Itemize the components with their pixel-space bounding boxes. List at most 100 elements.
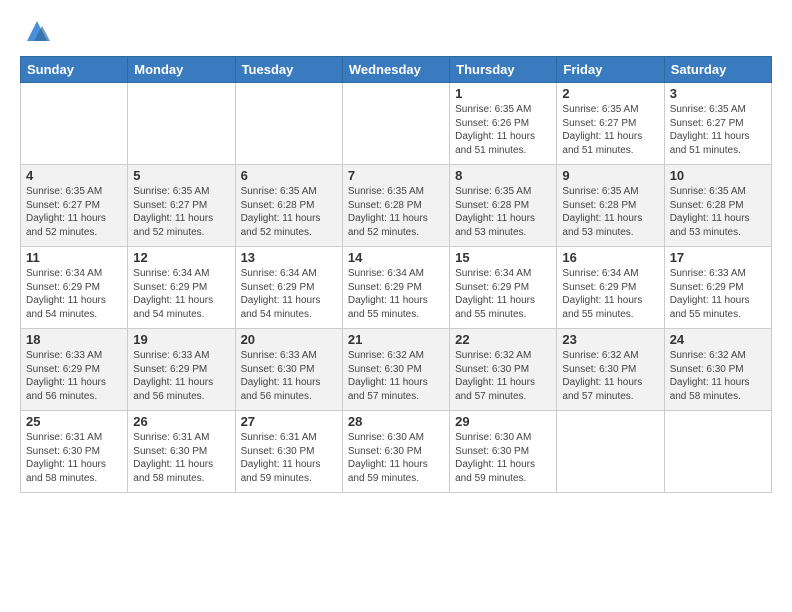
day-info: Sunrise: 6:31 AM Sunset: 6:30 PM Dayligh…	[26, 431, 122, 485]
calendar-cell: 27 Sunrise: 6:31 AM Sunset: 6:30 PM Dayli…	[235, 411, 342, 493]
day-of-week-header: Saturday	[664, 57, 771, 83]
day-info: Sunrise: 6:30 AM Sunset: 6:30 PM Dayligh…	[348, 431, 444, 485]
day-info: Sunrise: 6:35 AM Sunset: 6:27 PM Dayligh…	[562, 103, 658, 157]
calendar: SundayMondayTuesdayWednesdayThursdayFrid…	[20, 56, 772, 493]
calendar-cell: 16 Sunrise: 6:34 AM Sunset: 6:29 PM Dayli…	[557, 247, 664, 329]
calendar-cell: 3 Sunrise: 6:35 AM Sunset: 6:27 PM Daylig…	[664, 83, 771, 165]
calendar-cell: 17 Sunrise: 6:33 AM Sunset: 6:29 PM Dayli…	[664, 247, 771, 329]
calendar-cell: 6 Sunrise: 6:35 AM Sunset: 6:28 PM Daylig…	[235, 165, 342, 247]
day-number: 1	[455, 86, 551, 101]
calendar-cell: 9 Sunrise: 6:35 AM Sunset: 6:28 PM Daylig…	[557, 165, 664, 247]
day-number: 8	[455, 168, 551, 183]
calendar-cell: 20Sunrise: 6:33 AM Sunset: 6:30 PM Dayli…	[235, 329, 342, 411]
calendar-cell: 1 Sunrise: 6:35 AM Sunset: 6:26 PM Daylig…	[450, 83, 557, 165]
day-info: Sunrise: 6:34 AM Sunset: 6:29 PM Dayligh…	[26, 267, 122, 321]
logo	[20, 16, 52, 46]
day-number: 10	[670, 168, 766, 183]
day-number: 14	[348, 250, 444, 265]
day-number: 21	[348, 332, 444, 347]
day-number: 22	[455, 332, 551, 347]
calendar-week-row: 25Sunrise: 6:31 AM Sunset: 6:30 PM Dayli…	[21, 411, 772, 493]
day-number: 23	[562, 332, 658, 347]
day-info: Sunrise: 6:34 AM Sunset: 6:29 PM Dayligh…	[241, 267, 337, 321]
calendar-cell: 4 Sunrise: 6:35 AM Sunset: 6:27 PM Daylig…	[21, 165, 128, 247]
day-info: Sunrise: 6:32 AM Sunset: 6:30 PM Dayligh…	[455, 349, 551, 403]
day-number: 13	[241, 250, 337, 265]
day-number: 17	[670, 250, 766, 265]
day-number: 27	[241, 414, 337, 429]
day-number: 12	[133, 250, 229, 265]
day-info: Sunrise: 6:33 AM Sunset: 6:29 PM Dayligh…	[133, 349, 229, 403]
calendar-cell: 2 Sunrise: 6:35 AM Sunset: 6:27 PM Daylig…	[557, 83, 664, 165]
logo-icon	[22, 16, 52, 46]
day-info: Sunrise: 6:31 AM Sunset: 6:30 PM Dayligh…	[241, 431, 337, 485]
calendar-cell: 29 Sunrise: 6:30 AM Sunset: 6:30 PM Dayli…	[450, 411, 557, 493]
day-number: 4	[26, 168, 122, 183]
day-info: Sunrise: 6:34 AM Sunset: 6:29 PM Dayligh…	[455, 267, 551, 321]
calendar-cell	[128, 83, 235, 165]
calendar-cell	[21, 83, 128, 165]
day-number: 9	[562, 168, 658, 183]
day-number: 16	[562, 250, 658, 265]
calendar-cell: 24 Sunrise: 6:32 AM Sunset: 6:30 PM Dayli…	[664, 329, 771, 411]
calendar-cell: 5 Sunrise: 6:35 AM Sunset: 6:27 PM Daylig…	[128, 165, 235, 247]
calendar-cell: 25Sunrise: 6:31 AM Sunset: 6:30 PM Dayli…	[21, 411, 128, 493]
day-number: 19	[133, 332, 229, 347]
day-info: Sunrise: 6:33 AM Sunset: 6:29 PM Dayligh…	[670, 267, 766, 321]
day-number: 20	[241, 332, 337, 347]
day-info: Sunrise: 6:32 AM Sunset: 6:30 PM Dayligh…	[670, 349, 766, 403]
calendar-week-row: 11 Sunrise: 6:34 AM Sunset: 6:29 PM Dayli…	[21, 247, 772, 329]
calendar-cell: 13 Sunrise: 6:34 AM Sunset: 6:29 PM Dayli…	[235, 247, 342, 329]
calendar-cell: 10 Sunrise: 6:35 AM Sunset: 6:28 PM Dayli…	[664, 165, 771, 247]
page: SundayMondayTuesdayWednesdayThursdayFrid…	[0, 0, 792, 612]
day-number: 2	[562, 86, 658, 101]
day-info: Sunrise: 6:34 AM Sunset: 6:29 PM Dayligh…	[133, 267, 229, 321]
day-info: Sunrise: 6:32 AM Sunset: 6:30 PM Dayligh…	[348, 349, 444, 403]
day-of-week-header: Monday	[128, 57, 235, 83]
day-number: 29	[455, 414, 551, 429]
day-of-week-header: Sunday	[21, 57, 128, 83]
day-info: Sunrise: 6:35 AM Sunset: 6:28 PM Dayligh…	[241, 185, 337, 239]
day-info: Sunrise: 6:35 AM Sunset: 6:26 PM Dayligh…	[455, 103, 551, 157]
calendar-cell: 21 Sunrise: 6:32 AM Sunset: 6:30 PM Dayli…	[342, 329, 449, 411]
day-info: Sunrise: 6:35 AM Sunset: 6:27 PM Dayligh…	[26, 185, 122, 239]
day-of-week-header: Thursday	[450, 57, 557, 83]
calendar-cell: 12 Sunrise: 6:34 AM Sunset: 6:29 PM Dayli…	[128, 247, 235, 329]
day-info: Sunrise: 6:35 AM Sunset: 6:28 PM Dayligh…	[562, 185, 658, 239]
day-number: 5	[133, 168, 229, 183]
day-info: Sunrise: 6:35 AM Sunset: 6:28 PM Dayligh…	[455, 185, 551, 239]
day-number: 3	[670, 86, 766, 101]
day-number: 11	[26, 250, 122, 265]
calendar-cell: 19 Sunrise: 6:33 AM Sunset: 6:29 PM Dayli…	[128, 329, 235, 411]
day-info: Sunrise: 6:30 AM Sunset: 6:30 PM Dayligh…	[455, 431, 551, 485]
calendar-cell: 26 Sunrise: 6:31 AM Sunset: 6:30 PM Dayli…	[128, 411, 235, 493]
calendar-cell: 7Sunrise: 6:35 AM Sunset: 6:28 PM Daylig…	[342, 165, 449, 247]
calendar-header-row: SundayMondayTuesdayWednesdayThursdayFrid…	[21, 57, 772, 83]
day-info: Sunrise: 6:35 AM Sunset: 6:28 PM Dayligh…	[348, 185, 444, 239]
day-info: Sunrise: 6:32 AM Sunset: 6:30 PM Dayligh…	[562, 349, 658, 403]
calendar-cell: 28Sunrise: 6:30 AM Sunset: 6:30 PM Dayli…	[342, 411, 449, 493]
day-number: 24	[670, 332, 766, 347]
calendar-cell: 11 Sunrise: 6:34 AM Sunset: 6:29 PM Dayli…	[21, 247, 128, 329]
day-info: Sunrise: 6:31 AM Sunset: 6:30 PM Dayligh…	[133, 431, 229, 485]
day-number: 26	[133, 414, 229, 429]
calendar-cell: 23 Sunrise: 6:32 AM Sunset: 6:30 PM Dayli…	[557, 329, 664, 411]
calendar-cell: 14Sunrise: 6:34 AM Sunset: 6:29 PM Dayli…	[342, 247, 449, 329]
day-of-week-header: Friday	[557, 57, 664, 83]
day-of-week-header: Tuesday	[235, 57, 342, 83]
day-number: 15	[455, 250, 551, 265]
calendar-cell	[235, 83, 342, 165]
calendar-cell: 18Sunrise: 6:33 AM Sunset: 6:29 PM Dayli…	[21, 329, 128, 411]
day-info: Sunrise: 6:33 AM Sunset: 6:29 PM Dayligh…	[26, 349, 122, 403]
day-info: Sunrise: 6:34 AM Sunset: 6:29 PM Dayligh…	[562, 267, 658, 321]
calendar-cell: 8 Sunrise: 6:35 AM Sunset: 6:28 PM Daylig…	[450, 165, 557, 247]
calendar-week-row: 18Sunrise: 6:33 AM Sunset: 6:29 PM Dayli…	[21, 329, 772, 411]
day-info: Sunrise: 6:35 AM Sunset: 6:27 PM Dayligh…	[133, 185, 229, 239]
day-info: Sunrise: 6:35 AM Sunset: 6:27 PM Dayligh…	[670, 103, 766, 157]
calendar-cell: 15 Sunrise: 6:34 AM Sunset: 6:29 PM Dayli…	[450, 247, 557, 329]
calendar-week-row: 1 Sunrise: 6:35 AM Sunset: 6:26 PM Daylig…	[21, 83, 772, 165]
day-of-week-header: Wednesday	[342, 57, 449, 83]
day-info: Sunrise: 6:35 AM Sunset: 6:28 PM Dayligh…	[670, 185, 766, 239]
day-number: 6	[241, 168, 337, 183]
calendar-cell	[664, 411, 771, 493]
